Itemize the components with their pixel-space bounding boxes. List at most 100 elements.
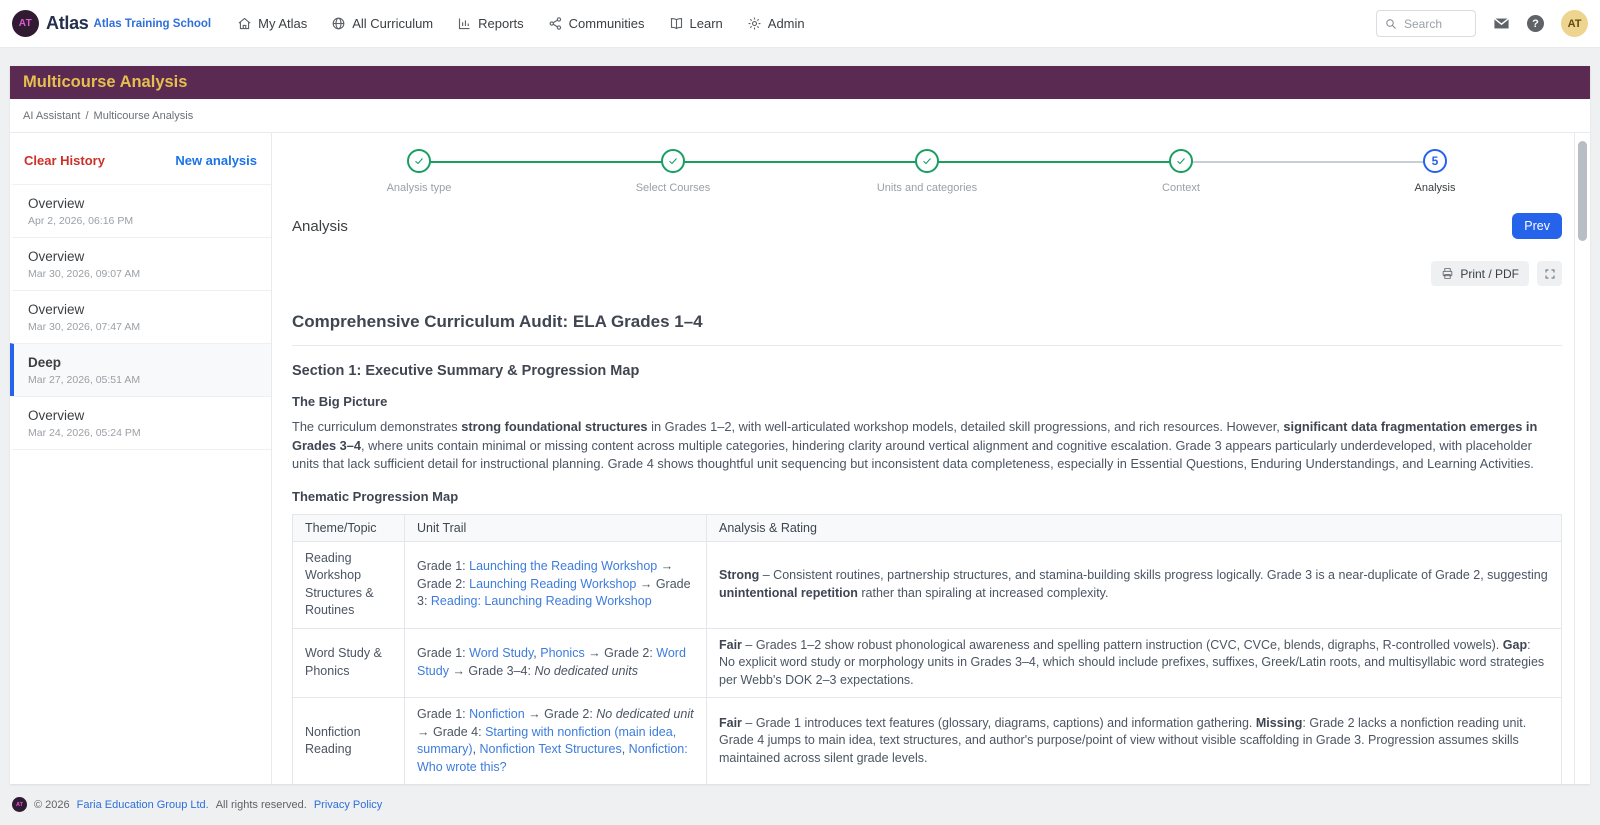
analysis-cell: Fair – Grade 1 introduces text features … bbox=[707, 698, 1562, 785]
topic-cell: Word Study & Phonics bbox=[293, 628, 405, 698]
history-item[interactable]: Deep Mar 27, 2026, 05:51 AM bbox=[10, 343, 271, 396]
history-item[interactable]: OverviewMar 30, 2026, 07:47 AM bbox=[10, 290, 271, 343]
wizard-stepper: Analysis type Select Courses Units and cat… bbox=[292, 133, 1562, 209]
search-input[interactable] bbox=[1404, 17, 1467, 31]
big-picture-heading: The Big Picture bbox=[292, 394, 1562, 409]
history-item[interactable]: OverviewMar 30, 2026, 09:07 AM bbox=[10, 237, 271, 290]
history-item[interactable]: Overview Apr 2, 2026, 06:16 PM bbox=[10, 184, 271, 237]
gear-icon bbox=[747, 16, 762, 31]
nav-item-label: Learn bbox=[690, 16, 723, 31]
avatar[interactable]: AT bbox=[1561, 10, 1588, 37]
emphasis-text: unintentional repetition bbox=[719, 586, 858, 600]
content-row: Clear History New analysis Overview Apr 2… bbox=[10, 132, 1590, 784]
analysis-panel: Analysis type Select Courses Units and cat… bbox=[272, 133, 1575, 784]
unit-trail-cell: Grade 1: Word Study, Phonics → Grade 2: … bbox=[405, 628, 707, 698]
nav-item-label: Communities bbox=[569, 16, 645, 31]
nav-item-label: Reports bbox=[478, 16, 524, 31]
check-icon bbox=[407, 149, 431, 173]
history-item-title: Overview bbox=[28, 194, 257, 213]
history-item-date: Mar 27, 2026, 05:51 AM bbox=[28, 374, 257, 386]
search-icon bbox=[1385, 18, 1397, 30]
table-header: Theme/Topic bbox=[293, 514, 405, 541]
main-menu: My Atlas All Curriculum Reports Communities… bbox=[237, 16, 1376, 31]
clear-history-button[interactable]: Clear History bbox=[24, 153, 105, 168]
step-label: Context bbox=[1162, 182, 1200, 194]
prev-button[interactable]: Prev bbox=[1512, 213, 1562, 239]
page-footer: AT © 2026 Faria Education Group Ltd. All… bbox=[0, 784, 1600, 825]
fullscreen-button[interactable] bbox=[1537, 261, 1562, 286]
emphasis-text: Fair bbox=[719, 638, 742, 652]
search-box[interactable] bbox=[1376, 10, 1476, 37]
nav-item-all-curriculum[interactable]: All Curriculum bbox=[331, 16, 433, 31]
unit-link[interactable]: Word Study bbox=[469, 646, 533, 660]
unit-link[interactable]: Nonfiction bbox=[469, 707, 525, 721]
help-icon[interactable]: ? bbox=[1527, 15, 1544, 32]
history-sidebar: Clear History New analysis Overview Apr 2… bbox=[10, 133, 272, 784]
school-name: Atlas Training School bbox=[94, 18, 212, 30]
atlas-logo-icon: AT bbox=[12, 10, 39, 37]
body-text: Grade 1: bbox=[417, 646, 469, 660]
step-context[interactable]: Context bbox=[1054, 149, 1308, 194]
body-text: → Grade 2: bbox=[525, 707, 597, 721]
body-text: Grade 1: bbox=[417, 707, 469, 721]
nav-item-communities[interactable]: Communities bbox=[548, 16, 645, 31]
unit-trail-cell: Grade 1: Nonfiction → Grade 2: No dedica… bbox=[405, 698, 707, 785]
history-list: Overview Apr 2, 2026, 06:16 PM OverviewMar… bbox=[10, 184, 271, 450]
unit-link[interactable]: Nonfiction Text Structures bbox=[480, 742, 622, 756]
privacy-policy-link[interactable]: Privacy Policy bbox=[314, 799, 382, 811]
table-header: Unit Trail bbox=[405, 514, 707, 541]
history-item-date: Mar 30, 2026, 07:47 AM bbox=[28, 321, 257, 333]
step-units-and-categories[interactable]: Units and categories bbox=[800, 149, 1054, 194]
page-title: Multicourse Analysis bbox=[23, 73, 187, 92]
report-toolbar: Print / PDF bbox=[292, 261, 1562, 286]
progression-table: Theme/TopicUnit TrailAnalysis & RatingRe… bbox=[292, 514, 1562, 785]
body-text: – Consistent routines, partnership struc… bbox=[759, 568, 1547, 582]
check-icon bbox=[661, 149, 685, 173]
breadcrumb-item[interactable]: AI Assistant bbox=[23, 110, 80, 122]
progression-map-heading: Thematic Progression Map bbox=[292, 489, 1562, 504]
unit-link[interactable]: Reading: Launching Reading Workshop bbox=[431, 594, 652, 608]
nav-item-learn[interactable]: Learn bbox=[669, 16, 723, 31]
step-select-courses[interactable]: Select Courses bbox=[546, 149, 800, 194]
brand[interactable]: AT Atlas Atlas Training School bbox=[12, 10, 211, 37]
table-row: Word Study & PhonicsGrade 1: Word Study,… bbox=[293, 628, 1562, 698]
emphasis-text: Gap bbox=[1503, 638, 1527, 652]
nav-item-my-atlas[interactable]: My Atlas bbox=[237, 16, 307, 31]
copyright-text: © 2026 bbox=[34, 799, 70, 811]
mail-icon[interactable] bbox=[1493, 15, 1510, 32]
history-item-title: Deep bbox=[28, 353, 257, 372]
nav-item-admin[interactable]: Admin bbox=[747, 16, 805, 31]
unit-link[interactable]: Phonics bbox=[540, 646, 584, 660]
brand-name: Atlas bbox=[46, 13, 89, 34]
step-analysis-type[interactable]: Analysis type bbox=[292, 149, 546, 194]
print-pdf-button[interactable]: Print / PDF bbox=[1431, 261, 1529, 286]
unit-link[interactable]: Launching Reading Workshop bbox=[469, 577, 636, 591]
history-item[interactable]: OverviewMar 24, 2026, 05:24 PM bbox=[10, 396, 271, 450]
scrollbar[interactable] bbox=[1575, 133, 1590, 784]
body-text: in Grades 1–2, with well-articulated wor… bbox=[648, 419, 1284, 434]
faria-logo-icon: AT bbox=[12, 797, 27, 812]
body-text: → Grade 3–4: bbox=[449, 664, 534, 678]
body-text: → Grade 4: bbox=[417, 725, 485, 739]
breadcrumb-separator: / bbox=[85, 110, 88, 122]
history-item-date: Apr 2, 2026, 06:16 PM bbox=[28, 215, 257, 227]
top-nav: AT Atlas Atlas Training School My Atlas A… bbox=[0, 0, 1600, 48]
panel-title: Analysis bbox=[292, 218, 348, 235]
unit-link[interactable]: Launching the Reading Workshop bbox=[469, 559, 657, 573]
body-text: The curriculum demonstrates bbox=[292, 419, 461, 434]
step-label: Select Courses bbox=[636, 182, 711, 194]
home-icon bbox=[237, 16, 252, 31]
check-icon bbox=[1169, 149, 1193, 173]
nav-item-reports[interactable]: Reports bbox=[457, 16, 524, 31]
check-icon bbox=[915, 149, 939, 173]
body-text: , bbox=[622, 742, 629, 756]
sidebar-head: Clear History New analysis bbox=[10, 133, 271, 184]
company-link[interactable]: Faria Education Group Ltd. bbox=[77, 799, 209, 811]
new-analysis-button[interactable]: New analysis bbox=[175, 153, 257, 168]
step-analysis[interactable]: 5Analysis bbox=[1308, 149, 1562, 194]
section-heading: Section 1: Executive Summary & Progressi… bbox=[292, 363, 1562, 379]
scrollbar-thumb[interactable] bbox=[1578, 141, 1587, 241]
analysis-cell: Strong – Consistent routines, partnershi… bbox=[707, 541, 1562, 628]
nav-item-label: My Atlas bbox=[258, 16, 307, 31]
history-item-date: Mar 24, 2026, 05:24 PM bbox=[28, 427, 257, 439]
